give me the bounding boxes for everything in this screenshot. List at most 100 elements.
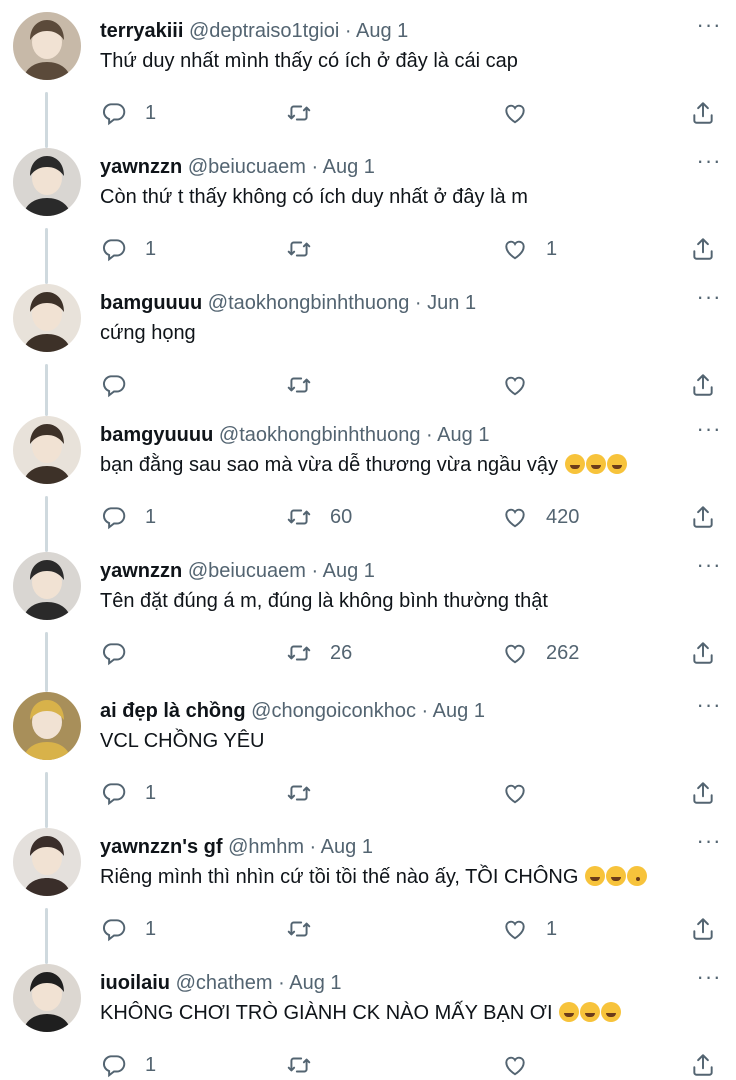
like-button[interactable]: 262 <box>502 638 579 668</box>
more-icon[interactable]: ··· <box>696 150 722 178</box>
like-button[interactable]: 420 <box>502 502 579 532</box>
user-handle[interactable]: @beiucuaem <box>188 156 306 178</box>
retweet-button[interactable]: 60 <box>286 502 352 532</box>
share-button[interactable] <box>690 502 716 532</box>
user-handle[interactable]: @deptraiso1tgioi <box>189 20 339 42</box>
tweet-actions <box>0 370 736 400</box>
share-icon <box>690 372 716 398</box>
share-button[interactable] <box>690 638 716 668</box>
reply-button[interactable]: 1 <box>101 1050 156 1080</box>
reply-icon <box>101 916 127 942</box>
like-button[interactable] <box>502 1050 528 1080</box>
share-button[interactable] <box>690 778 716 808</box>
user-handle[interactable]: @taokhongbinhthuong <box>219 424 421 446</box>
share-button[interactable] <box>690 370 716 400</box>
avatar[interactable] <box>13 148 81 216</box>
more-icon[interactable]: ··· <box>696 14 722 42</box>
reply-button[interactable] <box>101 370 127 400</box>
tweet-date[interactable]: Aug 1 <box>323 156 375 178</box>
reply-button[interactable]: 1 <box>101 98 156 128</box>
heart-icon <box>502 100 528 126</box>
retweet-icon <box>286 236 312 262</box>
avatar[interactable] <box>13 284 81 352</box>
reply-icon <box>101 100 127 126</box>
avatar[interactable] <box>13 12 81 80</box>
tweet-date[interactable]: Aug 1 <box>323 560 375 582</box>
tweet-date[interactable]: Aug 1 <box>437 424 489 446</box>
user-handle[interactable]: @taokhongbinhthuong <box>208 292 410 314</box>
tweet-date[interactable]: Aug 1 <box>433 700 485 722</box>
reply-count: 1 <box>145 505 157 528</box>
user-handle[interactable]: @hmhm <box>228 836 304 858</box>
like-button[interactable]: 1 <box>502 914 557 944</box>
more-icon[interactable]: ··· <box>696 286 722 314</box>
more-icon[interactable]: ··· <box>696 830 722 858</box>
avatar[interactable] <box>13 552 81 620</box>
retweet-icon <box>286 504 312 530</box>
more-icon[interactable]: ··· <box>696 694 722 722</box>
display-name[interactable]: yawnzzn's gf <box>100 836 223 858</box>
share-button[interactable] <box>690 1050 716 1080</box>
share-button[interactable] <box>690 98 716 128</box>
share-icon <box>690 780 716 806</box>
like-button[interactable] <box>502 370 528 400</box>
retweet-button[interactable] <box>286 778 312 808</box>
tweet-text-content: KHÔNG CHƠI TRÒ GIÀNH CK NÀO MẤY BẠN ƠI <box>100 1002 553 1024</box>
tweet-actions: 11 <box>0 914 736 944</box>
retweet-count: 26 <box>330 641 353 664</box>
display-name[interactable]: bamgyuuuu <box>100 424 213 446</box>
tweet-date[interactable]: Jun 1 <box>427 292 476 314</box>
more-icon[interactable]: ··· <box>696 966 722 994</box>
more-icon[interactable]: ··· <box>696 554 722 582</box>
retweet-icon <box>286 780 312 806</box>
share-icon <box>690 640 716 666</box>
display-name[interactable]: iuoilaiu <box>100 972 170 994</box>
display-name[interactable]: bamguuuu <box>100 292 202 314</box>
reply-button[interactable]: 1 <box>101 234 156 264</box>
avatar[interactable] <box>13 828 81 896</box>
heart-icon <box>502 780 528 806</box>
separator-dot: · <box>420 424 438 446</box>
reply-button[interactable] <box>101 638 127 668</box>
retweet-button[interactable] <box>286 234 312 264</box>
share-button[interactable] <box>690 234 716 264</box>
tweet-text-content: Thứ duy nhất mình thấy có ích ở đây là c… <box>100 50 518 72</box>
avatar[interactable] <box>13 964 81 1032</box>
tweet-header: terryakiii @deptraiso1tgioi · Aug 1 <box>100 16 408 46</box>
like-button[interactable] <box>502 98 528 128</box>
retweet-button[interactable] <box>286 914 312 944</box>
retweet-button[interactable] <box>286 1050 312 1080</box>
tweet-date[interactable]: Aug 1 <box>289 972 341 994</box>
avatar[interactable] <box>13 692 81 760</box>
display-name[interactable]: terryakiii <box>100 20 183 42</box>
like-button[interactable]: 1 <box>502 234 557 264</box>
loudly-crying-face-emoji <box>564 454 585 474</box>
heart-icon <box>502 640 528 666</box>
like-button[interactable] <box>502 778 528 808</box>
reply-button[interactable]: 1 <box>101 502 156 532</box>
retweet-button[interactable] <box>286 370 312 400</box>
retweet-button[interactable]: 26 <box>286 638 352 668</box>
tweet-text: Thứ duy nhất mình thấy có ích ở đây là c… <box>100 46 518 76</box>
reply-button[interactable]: 1 <box>101 778 156 808</box>
tweet-actions: 1 <box>0 1050 736 1080</box>
avatar[interactable] <box>13 416 81 484</box>
reply-button[interactable]: 1 <box>101 914 156 944</box>
tweet-date[interactable]: Aug 1 <box>321 836 373 858</box>
separator-dot: · <box>305 156 323 178</box>
separator-dot: · <box>305 560 323 582</box>
loudly-crying-face-emoji <box>606 454 627 474</box>
user-handle[interactable]: @chathem <box>176 972 273 994</box>
user-handle[interactable]: @beiucuaem <box>188 560 306 582</box>
display-name[interactable]: yawnzzn <box>100 560 182 582</box>
display-name[interactable]: ai đẹp là chồng <box>100 700 246 722</box>
display-name[interactable]: yawnzzn <box>100 156 182 178</box>
tweet-date[interactable]: Aug 1 <box>356 20 408 42</box>
retweet-icon <box>286 640 312 666</box>
user-handle[interactable]: @chongoiconkhoc <box>251 700 416 722</box>
share-button[interactable] <box>690 914 716 944</box>
more-icon[interactable]: ··· <box>696 418 722 446</box>
tweet-actions: 1 <box>0 778 736 808</box>
tweet-text: Riêng mình thì nhìn cứ tồi tồi thế nào ấ… <box>100 862 647 892</box>
retweet-button[interactable] <box>286 98 312 128</box>
